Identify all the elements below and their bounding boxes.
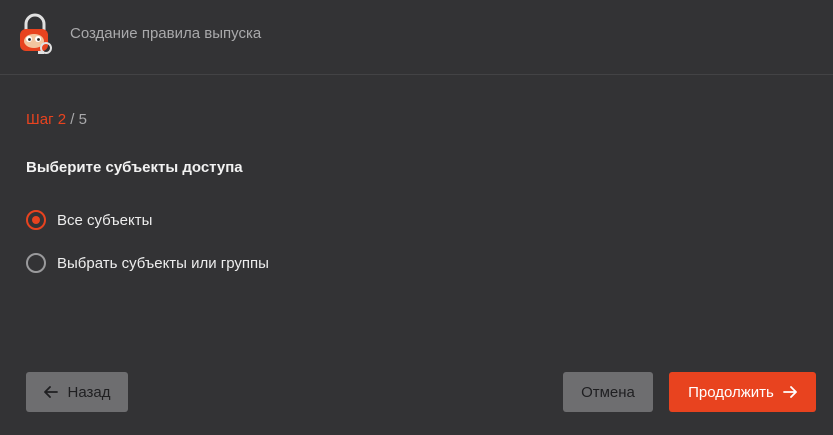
window-header: Создание правила выпуска: [0, 0, 833, 75]
radio-select-subjects-or-groups[interactable]: [26, 253, 46, 273]
step-current: Шаг 2: [26, 111, 67, 128]
option-label: Выбрать субъекты или группы: [57, 254, 269, 272]
step-question: Выберите субъекты доступа: [26, 159, 243, 176]
continue-button[interactable]: Продолжить: [669, 372, 816, 412]
radio-all-subjects[interactable]: [26, 210, 46, 230]
continue-button-label: Продолжить: [688, 383, 774, 401]
cancel-button[interactable]: Отмена: [563, 372, 653, 412]
option-select-subjects-or-groups[interactable]: Выбрать субъекты или группы: [26, 253, 269, 273]
step-total: / 5: [66, 111, 87, 128]
arrow-right-icon: [782, 386, 797, 398]
page-title: Создание правила выпуска: [70, 25, 262, 42]
step-indicator: Шаг 2 / 5: [26, 111, 87, 128]
lock-mascot-logo: [16, 13, 56, 57]
option-all-subjects[interactable]: Все субъекты: [26, 210, 152, 230]
arrow-left-icon: [43, 386, 58, 398]
cancel-button-label: Отмена: [581, 383, 635, 401]
back-button[interactable]: Назад: [26, 372, 128, 412]
back-button-label: Назад: [67, 383, 111, 401]
option-label: Все субъекты: [57, 211, 153, 229]
